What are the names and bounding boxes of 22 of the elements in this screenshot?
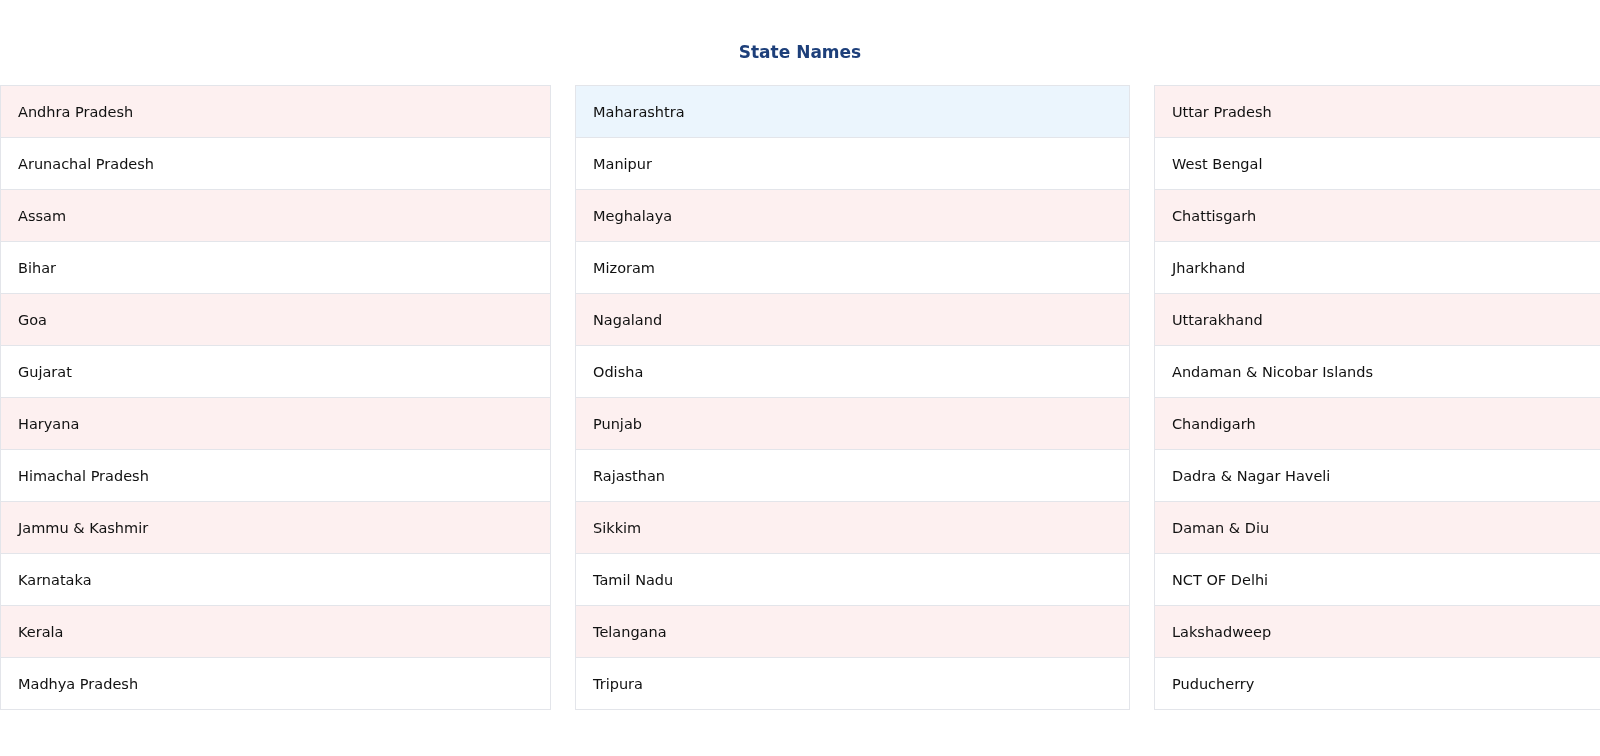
table-cell: Tripura [576, 658, 1129, 710]
table-cell: Kerala [1, 606, 550, 658]
table-cell: Chandigarh [1155, 398, 1600, 450]
table-cell: Uttar Pradesh [1155, 86, 1600, 138]
table-cell: Telangana [576, 606, 1129, 658]
table-cell: Assam [1, 190, 550, 242]
table-cell: Daman & Diu [1155, 502, 1600, 554]
table-cell: Puducherry [1155, 658, 1600, 710]
table-cell: Chattisgarh [1155, 190, 1600, 242]
table-cell: Meghalaya [576, 190, 1129, 242]
table-cell: Jammu & Kashmir [1, 502, 550, 554]
table-cell: Lakshadweep [1155, 606, 1600, 658]
table-cell: Andhra Pradesh [1, 86, 550, 138]
table-cell: Madhya Pradesh [1, 658, 550, 710]
table-cell: Punjab [576, 398, 1129, 450]
table-cell: Maharashtra [576, 86, 1129, 138]
table-cell: Sikkim [576, 502, 1129, 554]
table-cell: Haryana [1, 398, 550, 450]
table-cell: Uttarakhand [1155, 294, 1600, 346]
table-cell: Nagaland [576, 294, 1129, 346]
table-cell: Goa [1, 294, 550, 346]
page-title: State Names [738, 42, 862, 62]
